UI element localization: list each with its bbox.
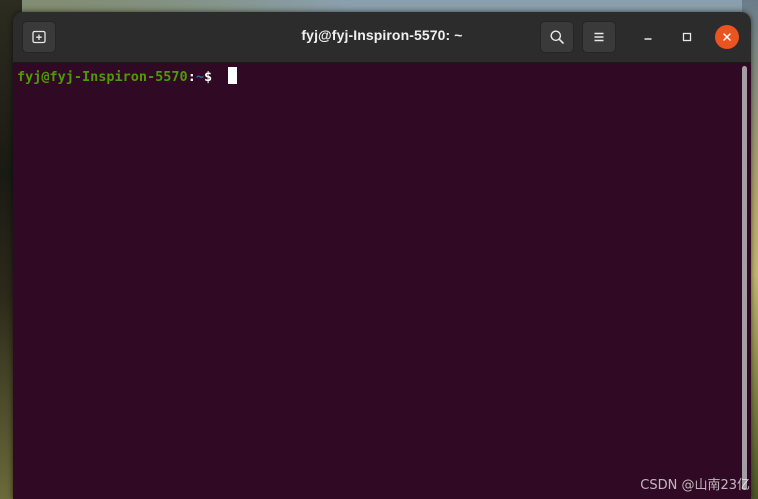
title-bar[interactable]: fyj@fyj-Inspiron-5570: ~ — [13, 12, 751, 63]
prompt-separator: : — [187, 69, 196, 85]
maximize-icon — [682, 32, 692, 42]
menu-button[interactable] — [582, 21, 616, 53]
close-button[interactable] — [715, 25, 739, 49]
text-cursor — [228, 67, 238, 84]
scrollbar[interactable] — [742, 66, 747, 490]
prompt-user-host: fyj@fyj-Inspiron-5570 — [17, 69, 188, 85]
maximize-button[interactable] — [675, 25, 699, 49]
prompt-path: ~ — [195, 69, 204, 85]
prompt-symbol: $ — [203, 69, 221, 85]
search-icon — [550, 30, 564, 44]
minimize-button[interactable] — [636, 25, 660, 49]
desktop-background: fyj@fyj-Inspiron-5570: ~ fyj@fyj-Inspiro… — [0, 0, 758, 499]
prompt-line: fyj@fyj-Inspiron-5570:~$ — [17, 67, 238, 86]
search-button[interactable] — [540, 21, 574, 53]
minimize-icon — [644, 38, 652, 40]
terminal-output-area[interactable]: fyj@fyj-Inspiron-5570:~$ — [13, 63, 751, 499]
close-icon — [723, 33, 731, 41]
hamburger-menu-icon — [594, 32, 604, 42]
watermark-text: CSDN @山南23亿 — [640, 478, 750, 493]
terminal-window: fyj@fyj-Inspiron-5570: ~ fyj@fyj-Inspiro… — [13, 12, 751, 499]
